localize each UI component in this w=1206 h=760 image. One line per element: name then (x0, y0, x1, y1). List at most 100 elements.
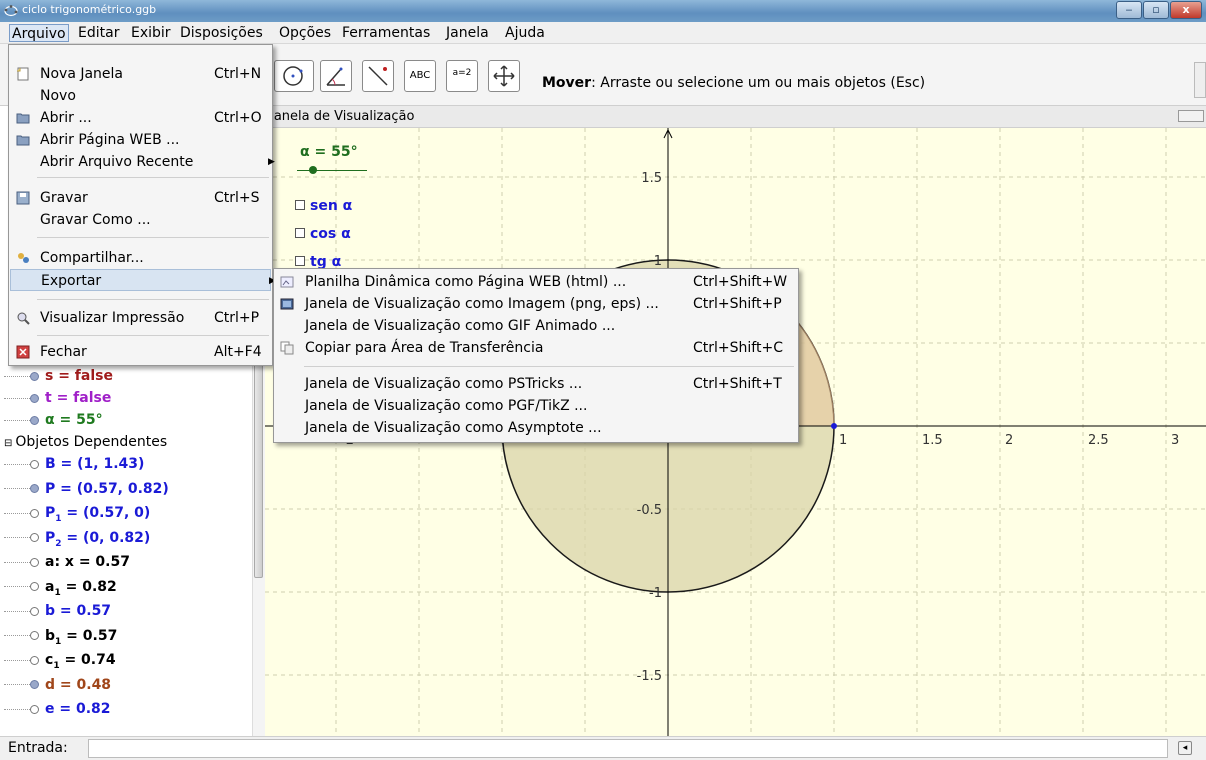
algebra-row-value: = (0.57, 0) (61, 505, 151, 521)
visibility-toggle-icon[interactable] (30, 704, 39, 714)
input-label: Entrada: (8, 740, 68, 756)
input-field[interactable] (88, 739, 1168, 758)
menu-disposicoes[interactable]: Disposições (178, 24, 265, 42)
menu-opcoes[interactable]: Opções (277, 24, 333, 42)
menu-editar[interactable]: Editar (76, 24, 121, 42)
angle-tool-button[interactable] (320, 60, 352, 92)
menu-item-label: Compartilhar... (40, 250, 144, 266)
algebra-row[interactable]: a: x = 0.57 (0, 550, 130, 574)
slope-tool-button[interactable] (362, 60, 394, 92)
algebra-row[interactable]: P2 = (0, 0.82) (0, 526, 150, 550)
menu-item-abrir-arquivo-recente[interactable]: Abrir Arquivo Recente ▶ (10, 151, 275, 173)
visibility-toggle-icon[interactable] (30, 393, 39, 403)
submenu-item-planilha-html[interactable]: Planilha Dinâmica como Página WEB (html)… (275, 271, 797, 293)
algebra-row[interactable]: B = (1, 1.43) (0, 452, 144, 476)
submenu-item-copiar[interactable]: Copiar para Área de Transferência Ctrl+S… (275, 337, 797, 359)
menu-item-visualizar-impressao[interactable]: Visualizar Impressão Ctrl+P (10, 307, 271, 329)
close-icon (16, 345, 30, 359)
dependent-objects-header[interactable]: ⊟ Objetos Dependentes (0, 430, 167, 454)
algebra-row-value: = (1, 1.43) (55, 456, 145, 472)
alpha-slider-track[interactable] (297, 170, 367, 171)
submenu-item-label: Janela de Visualização como PGF/TikZ ... (305, 398, 588, 414)
checkbox-tg-box[interactable] (295, 256, 305, 266)
algebra-row[interactable]: a1 = 0.82 (0, 575, 117, 599)
visibility-toggle-icon[interactable] (30, 459, 39, 469)
minimize-button[interactable]: ‒ (1116, 1, 1142, 19)
menu-item-nova-janela[interactable]: Nova Janela Ctrl+N (10, 63, 271, 85)
menu-item-exportar[interactable]: Exportar ▶ (10, 269, 276, 291)
collapse-icon[interactable]: ⊟ (4, 438, 12, 449)
visibility-toggle-icon[interactable] (30, 557, 39, 567)
menu-item-gravar-como[interactable]: Gravar Como ... (10, 209, 271, 231)
algebra-row[interactable]: c1 = 0.74 (0, 648, 116, 672)
menu-janela[interactable]: Janela (444, 24, 491, 42)
tree-line (4, 659, 30, 661)
checkbox-tg[interactable]: tg α (295, 254, 341, 268)
menu-exibir[interactable]: Exibir (129, 24, 173, 42)
algebra-row-value: : x = 0.57 (54, 554, 130, 570)
menu-item-gravar[interactable]: Gravar Ctrl+S (10, 187, 271, 209)
submenu-item-asymptote[interactable]: Janela de Visualização como Asymptote ..… (275, 417, 797, 439)
submenu-item-label: Planilha Dinâmica como Página WEB (html)… (305, 274, 627, 290)
algebra-row-name: d (45, 676, 56, 693)
visibility-toggle-icon[interactable] (30, 655, 39, 665)
submenu-item-pstricks[interactable]: Janela de Visualização como PSTricks ...… (275, 373, 797, 395)
circle-icon (283, 66, 303, 86)
submenu-item-gif[interactable]: Janela de Visualização como GIF Animado … (275, 315, 797, 337)
algebra-row[interactable]: b1 = 0.57 (0, 624, 117, 648)
close-button[interactable]: x (1170, 1, 1202, 19)
visibility-toggle-icon[interactable] (30, 582, 39, 591)
submenu-item-imagem[interactable]: Janela de Visualização como Imagem (png,… (275, 293, 797, 315)
input-help-icon[interactable]: ◂ (1178, 741, 1192, 755)
save-icon (16, 191, 30, 205)
alpha-slider-handle[interactable] (309, 166, 317, 174)
text-tool-button[interactable]: ABC (404, 60, 436, 92)
visibility-toggle-icon[interactable] (30, 484, 39, 493)
visibility-toggle-icon[interactable] (30, 606, 39, 616)
menu-item-label: Gravar (40, 190, 88, 206)
tree-line (4, 397, 30, 399)
menu-arquivo[interactable]: Arquivo (9, 24, 69, 42)
menu-ajuda[interactable]: Ajuda (503, 24, 547, 42)
visibility-toggle-icon[interactable] (30, 415, 39, 425)
algebra-row[interactable]: d = 0.48 (0, 673, 111, 697)
export-submenu: Planilha Dinâmica como Página WEB (html)… (273, 268, 799, 443)
visibility-toggle-icon[interactable] (30, 371, 39, 381)
toolbar-side-buttons[interactable] (1194, 62, 1206, 98)
menu-item-abrir[interactable]: Abrir ... Ctrl+O (10, 107, 271, 129)
dependent-objects-label: Objetos Dependentes (15, 434, 168, 450)
tree-line (4, 537, 30, 538)
algebra-row[interactable]: b = 0.57 (0, 599, 111, 623)
algebra-row[interactable]: P = (0.57, 0.82) (0, 477, 169, 501)
algebra-row-value: = 0.48 (55, 676, 112, 693)
algebra-row[interactable]: t = false (0, 386, 111, 410)
submenu-item-pgf-tikz[interactable]: Janela de Visualização como PGF/TikZ ... (275, 395, 797, 417)
algebra-row[interactable]: P1 = (0.57, 0) (0, 501, 150, 525)
checkbox-cos[interactable]: cos α (295, 226, 351, 242)
checkbox-sen-label: sen α (310, 198, 353, 214)
menu-ferramentas[interactable]: Ferramentas (340, 24, 432, 42)
menu-item-abrir-pagina-web[interactable]: Abrir Página WEB ... (10, 129, 271, 151)
visibility-toggle-icon[interactable] (30, 631, 39, 640)
submenu-item-label: Janela de Visualização como Asymptote ..… (305, 420, 602, 436)
menu-item-fechar[interactable]: Fechar Alt+F4 (10, 341, 271, 363)
maximize-button[interactable]: ▫ (1143, 1, 1169, 19)
algebra-row[interactable]: e = 0.82 (0, 697, 111, 721)
menu-item-novo[interactable]: Novo (10, 85, 271, 107)
checkbox-cos-box[interactable] (295, 228, 305, 238)
menu-item-compartilhar[interactable]: Compartilhar... (10, 247, 271, 269)
graphics-view-window-buttons[interactable] (1178, 110, 1204, 122)
visibility-toggle-icon[interactable] (30, 680, 39, 689)
slider-tool-button[interactable]: a=2 (446, 60, 478, 92)
visibility-toggle-icon[interactable] (30, 508, 39, 518)
move-view-tool-button[interactable] (488, 60, 520, 92)
submenu-item-label: Copiar para Área de Transferência (305, 340, 544, 356)
visibility-toggle-icon[interactable] (30, 533, 39, 542)
algebra-row[interactable]: s = false (0, 364, 113, 388)
circle-tool-button[interactable] (274, 60, 314, 92)
share-icon (18, 253, 29, 263)
title-bar: ciclo trigonométrico.ggb ‒ ▫ x (0, 0, 1206, 22)
checkbox-sen-box[interactable] (295, 200, 305, 210)
algebra-row[interactable]: α = 55° (0, 408, 103, 432)
checkbox-sen[interactable]: sen α (295, 198, 352, 214)
